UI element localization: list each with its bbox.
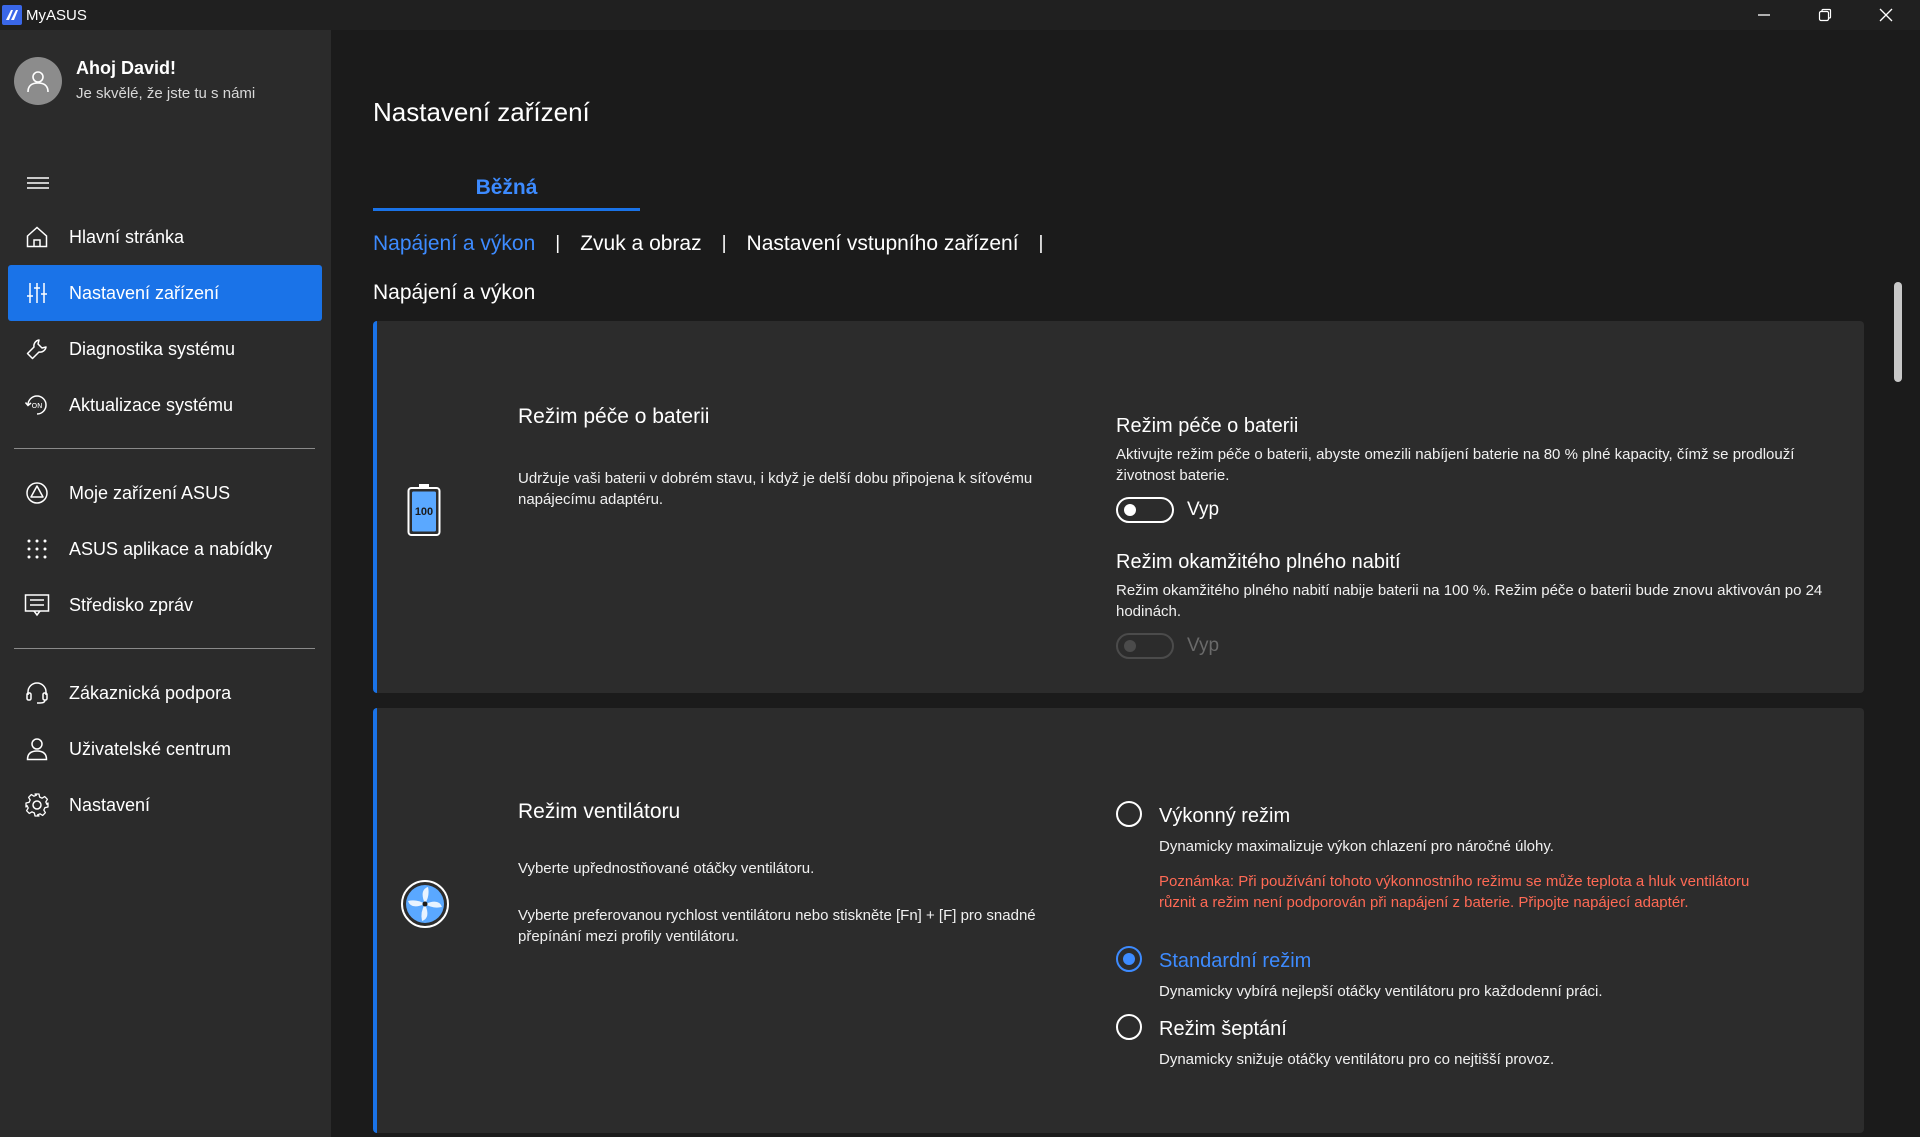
scrollbar-thumb[interactable] <box>1894 282 1902 382</box>
instant-full-charge-title: Režim okamžitého plného nabití <box>1116 551 1401 573</box>
subtab-audio-visual[interactable]: Zvuk a obraz <box>580 232 701 256</box>
myasus-window: MyASUS Ahoj David! Je skvělé, že jste tu… <box>0 0 1920 1137</box>
sidebar-item-label: Nastavení zařízení <box>69 282 220 303</box>
whisper-mode-description: Dynamicky snižuje otáčky ventilátoru pro… <box>1159 1051 1555 1068</box>
performance-mode-description: Dynamicky maximalizuje výkon chlazení pr… <box>1159 838 1554 855</box>
main-content: Nastavení zařízení Běžná Napájení a výko… <box>331 30 1920 1137</box>
battery-icon: 100 <box>407 483 441 537</box>
subtab-separator: | <box>721 233 727 254</box>
instant-full-charge-toggle <box>1116 633 1174 659</box>
battery-care-mode-title: Režim péče o baterii <box>1116 415 1299 437</box>
message-icon <box>24 592 50 618</box>
myasus-logo-icon <box>2 5 22 25</box>
sidebar-item-label: Hlavní stránka <box>69 226 185 247</box>
sidebar-divider <box>14 448 315 449</box>
sidebar-item-label: Moje zařízení ASUS <box>69 482 231 503</box>
home-icon <box>24 224 50 250</box>
tab-general[interactable]: Běžná <box>373 170 640 212</box>
user-profile[interactable]: Ahoj David! Je skvělé, že jste tu s námi <box>14 57 255 105</box>
sidebar-item-label: Zákaznická podpora <box>69 682 232 703</box>
fan-card-title: Režim ventilátoru <box>518 800 681 823</box>
user-icon <box>24 736 50 762</box>
headset-icon <box>24 680 50 706</box>
restore-icon <box>1818 8 1832 22</box>
sidebar-item-message-center[interactable]: Středisko zpráv <box>8 577 322 633</box>
section-title: Napájení a výkon <box>373 281 536 304</box>
sidebar-item-device-settings[interactable]: Nastavení zařízení <box>8 265 322 321</box>
battery-card-description: Udržuje vaši baterii v dobrém stavu, i k… <box>518 470 1033 508</box>
sidebar-item-label: Uživatelské centrum <box>69 738 232 759</box>
instant-full-charge-description: Režim okamžitého plného nabití nabije ba… <box>1116 582 1823 620</box>
hamburger-icon <box>27 177 49 189</box>
sidebar-item-diagnostics[interactable]: Diagnostika systému <box>8 321 322 377</box>
wrench-icon <box>24 336 50 362</box>
sidebar-divider <box>14 648 315 649</box>
sidebar-item-asus-apps[interactable]: ASUS aplikace a nabídky <box>8 521 322 577</box>
sidebar-item-label: Středisko zpráv <box>69 594 194 615</box>
battery-care-mode-description: Aktivujte režim péče o baterii, abyste o… <box>1116 446 1795 484</box>
whisper-mode-title[interactable]: Režim šeptání <box>1159 1018 1287 1041</box>
standard-mode-title[interactable]: Standardní režim <box>1159 950 1311 973</box>
sidebar-item-label: Nastavení <box>69 794 151 815</box>
scrollbar-track[interactable] <box>1890 280 1904 1137</box>
sliders-icon <box>24 280 50 306</box>
fan-mode-card: Režim ventilátoru Vyberte upřednostňovan… <box>373 708 1864 1133</box>
sidebar-item-home[interactable]: Hlavní stránka <box>8 209 322 265</box>
close-icon <box>1879 8 1893 22</box>
svg-text:ON: ON <box>32 402 43 410</box>
user-greeting: Ahoj David! <box>76 58 177 78</box>
radio-whisper-mode[interactable] <box>1116 1014 1142 1040</box>
fan-card-description-2: Vyberte preferovanou rychlost ventilátor… <box>518 907 1036 945</box>
update-icon: ON <box>24 392 50 418</box>
close-button[interactable] <box>1856 0 1916 30</box>
battery-care-card: 100 Režim péče o baterii Udržuje vaši ba… <box>373 321 1864 693</box>
sidebar-item-system-update[interactable]: ON Aktualizace systému <box>8 377 322 433</box>
asus-device-icon <box>24 480 50 506</box>
performance-mode-title[interactable]: Výkonný režim <box>1159 805 1290 828</box>
sidebar-item-label: Diagnostika systému <box>69 338 236 359</box>
subtab-bar: Napájení a výkon | Zvuk a obraz | Nastav… <box>373 232 1063 256</box>
avatar[interactable] <box>14 57 62 105</box>
minimize-icon <box>1758 14 1770 16</box>
restore-button[interactable] <box>1795 0 1855 30</box>
radio-standard-mode[interactable] <box>1116 946 1142 972</box>
subtab-separator: | <box>1038 233 1044 254</box>
apps-grid-icon <box>24 536 50 562</box>
fan-card-description-1: Vyberte upřednostňované otáčky ventiláto… <box>518 860 815 877</box>
battery-care-toggle-label: Vyp <box>1187 499 1220 520</box>
minimize-button[interactable] <box>1734 0 1794 30</box>
radio-performance-mode[interactable] <box>1116 801 1142 827</box>
user-subtitle: Je skvělé, že jste tu s námi <box>76 85 256 102</box>
subtab-power-performance[interactable]: Napájení a výkon <box>373 232 535 256</box>
title-bar: MyASUS <box>0 0 1920 30</box>
battery-icon-label: 100 <box>414 506 434 518</box>
subtab-input-device[interactable]: Nastavení vstupního zařízení <box>747 232 1019 256</box>
sidebar-item-user-center[interactable]: Uživatelské centrum <box>8 721 322 777</box>
subtab-separator: | <box>555 233 561 254</box>
sidebar-item-label: ASUS aplikace a nabídky <box>69 538 273 559</box>
battery-care-toggle[interactable] <box>1116 497 1174 523</box>
standard-mode-description: Dynamicky vybírá nejlepší otáčky ventilá… <box>1159 983 1603 1000</box>
user-avatar-icon <box>27 71 49 93</box>
tab-underline <box>373 208 640 211</box>
gear-icon <box>24 792 50 818</box>
sidebar: Ahoj David! Je skvělé, že jste tu s námi… <box>0 30 331 1137</box>
page-title: Nastavení zařízení <box>373 97 590 127</box>
sidebar-item-label: Aktualizace systému <box>69 394 234 415</box>
performance-mode-warning: Poznámka: Při používání tohoto výkonnost… <box>1159 873 1750 911</box>
sidebar-item-my-asus-device[interactable]: Moje zařízení ASUS <box>8 465 322 521</box>
sidebar-item-settings[interactable]: Nastavení <box>8 777 322 833</box>
instant-full-charge-toggle-label: Vyp <box>1187 635 1220 656</box>
hamburger-menu-button[interactable] <box>26 174 50 192</box>
fan-icon <box>400 879 450 929</box>
battery-card-title: Režim péče o baterii <box>518 405 710 428</box>
window-title: MyASUS <box>26 6 87 24</box>
sidebar-item-customer-support[interactable]: Zákaznická podpora <box>8 665 322 721</box>
